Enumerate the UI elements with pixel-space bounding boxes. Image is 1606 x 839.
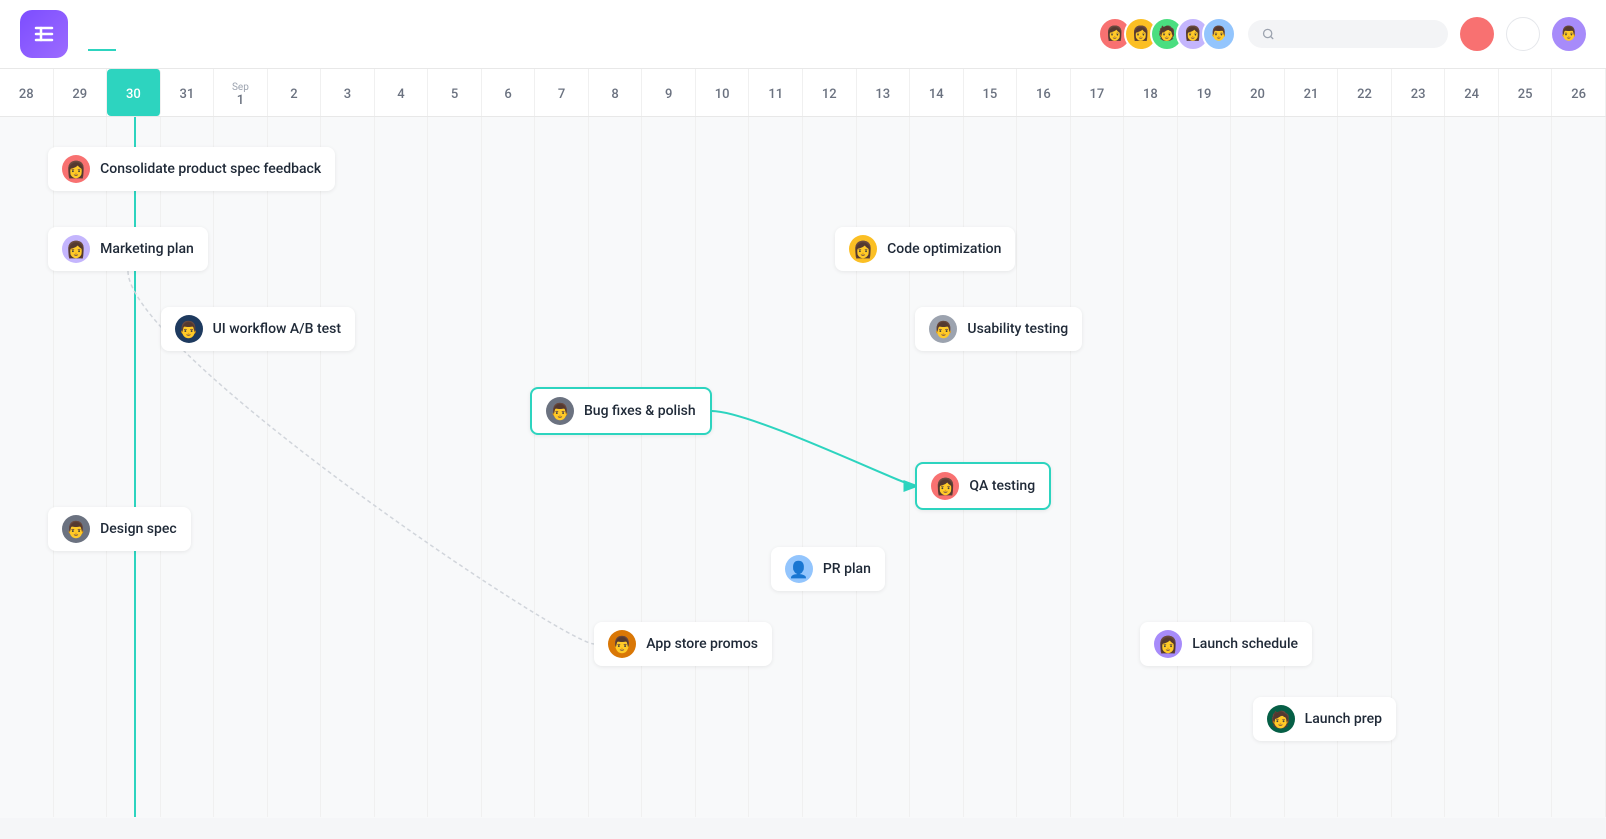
task-card-task-9[interactable]: 👤 PR plan xyxy=(771,547,885,591)
task-avatar-task-11: 👩 xyxy=(1154,630,1182,658)
avatar-5: 👨 xyxy=(1202,17,1236,51)
date-col-20: 20 xyxy=(1231,69,1285,116)
date-col-7: 7 xyxy=(535,69,589,116)
date-col-12: 12 xyxy=(803,69,857,116)
help-button[interactable] xyxy=(1506,17,1540,51)
task-label-task-10: App store promos xyxy=(646,636,758,652)
date-col-15: 15 xyxy=(964,69,1018,116)
date-ruler: 28293031Sep12345678910111213141516171819… xyxy=(0,69,1606,117)
date-col-19: 19 xyxy=(1178,69,1232,116)
date-col-17: 17 xyxy=(1071,69,1125,116)
tab-board[interactable] xyxy=(116,33,144,51)
tab-timeline[interactable] xyxy=(144,33,172,51)
user-avatar: 👨 xyxy=(1552,17,1586,51)
task-card-task-5[interactable]: 👩 Code optimization xyxy=(835,227,1015,271)
add-button[interactable] xyxy=(1460,17,1494,51)
task-card-task-3[interactable]: 👨 UI workflow A/B test xyxy=(161,307,355,351)
tab-list[interactable] xyxy=(88,33,116,51)
timeline-container: 28293031Sep12345678910111213141516171819… xyxy=(0,69,1606,818)
task-card-task-6[interactable]: 👨 Usability testing xyxy=(915,307,1082,351)
app-shell: 👩 👩 🧑 👩 👨 👨 28293031Sep12345678910111213… xyxy=(0,0,1606,818)
task-avatar-task-5: 👩 xyxy=(849,235,877,263)
tab-progress[interactable] xyxy=(200,33,228,51)
search-input[interactable] xyxy=(1282,26,1434,42)
task-label-task-2: Marketing plan xyxy=(100,241,194,257)
task-label-task-9: PR plan xyxy=(823,561,871,577)
date-col-4: 4 xyxy=(375,69,429,116)
date-col-30: 30 xyxy=(107,69,161,116)
date-col-11: 11 xyxy=(749,69,803,116)
task-card-task-7[interactable]: 👩 QA testing xyxy=(915,462,1051,510)
task-avatar-task-1: 👩 xyxy=(62,155,90,183)
date-col-5: 5 xyxy=(428,69,482,116)
date-col-14: 14 xyxy=(910,69,964,116)
search-bar[interactable] xyxy=(1248,20,1448,48)
task-label-task-3: UI workflow A/B test xyxy=(213,321,341,337)
task-avatar-task-6: 👨 xyxy=(929,315,957,343)
task-card-task-11[interactable]: 👩 Launch schedule xyxy=(1140,622,1312,666)
date-ruler-inner: 28293031Sep12345678910111213141516171819… xyxy=(0,69,1606,116)
task-avatar-task-7: 👩 xyxy=(931,472,959,500)
today-line xyxy=(134,117,136,817)
date-col-3: 3 xyxy=(321,69,375,116)
task-avatar-task-9: 👤 xyxy=(785,555,813,583)
date-col-28: 28 xyxy=(0,69,54,116)
app-icon xyxy=(20,10,68,58)
date-col-24: 24 xyxy=(1445,69,1499,116)
date-col-29: 29 xyxy=(54,69,108,116)
tab-forms[interactable] xyxy=(228,33,256,51)
date-col-23: 23 xyxy=(1392,69,1446,116)
date-col-10: 10 xyxy=(696,69,750,116)
task-avatar-task-12: 🧑 xyxy=(1267,705,1295,733)
task-label-task-5: Code optimization xyxy=(887,241,1001,257)
date-col-1: Sep1 xyxy=(214,69,268,116)
date-col-22: 22 xyxy=(1338,69,1392,116)
header-right: 👩 👩 🧑 👩 👨 👨 xyxy=(1098,17,1586,51)
tab-more[interactable] xyxy=(256,33,284,51)
task-card-task-1[interactable]: 👩 Consolidate product spec feedback xyxy=(48,147,335,191)
task-avatar-task-4: 👨 xyxy=(546,397,574,425)
date-col-9: 9 xyxy=(642,69,696,116)
task-label-task-11: Launch schedule xyxy=(1192,636,1298,652)
tasks-area: 👩 Consolidate product spec feedback 👩 Marke… xyxy=(0,117,1606,817)
tab-calendar[interactable] xyxy=(172,33,200,51)
header: 👩 👩 🧑 👩 👨 👨 xyxy=(0,0,1606,69)
task-label-task-4: Bug fixes & polish xyxy=(584,403,696,419)
task-card-task-2[interactable]: 👩 Marketing plan xyxy=(48,227,208,271)
header-left xyxy=(88,29,284,50)
search-icon xyxy=(1262,27,1274,41)
date-col-21: 21 xyxy=(1285,69,1339,116)
avatars-group: 👩 👩 🧑 👩 👨 xyxy=(1098,17,1236,51)
grid-area: 👩 Consolidate product spec feedback 👩 Marke… xyxy=(0,117,1606,817)
task-label-task-6: Usability testing xyxy=(967,321,1068,337)
task-card-task-4[interactable]: 👨 Bug fixes & polish xyxy=(530,387,712,435)
task-label-task-12: Launch prep xyxy=(1305,711,1382,727)
date-col-13: 13 xyxy=(857,69,911,116)
date-col-2: 2 xyxy=(268,69,322,116)
date-col-26: 26 xyxy=(1552,69,1606,116)
task-card-task-8[interactable]: 👨 Design spec xyxy=(48,507,191,551)
date-col-25: 25 xyxy=(1499,69,1553,116)
task-avatar-task-2: 👩 xyxy=(62,235,90,263)
date-col-31: 31 xyxy=(161,69,215,116)
date-col-18: 18 xyxy=(1124,69,1178,116)
task-card-task-10[interactable]: 👨 App store promos xyxy=(594,622,772,666)
date-col-8: 8 xyxy=(589,69,643,116)
task-avatar-task-3: 👨 xyxy=(175,315,203,343)
task-label-task-7: QA testing xyxy=(969,478,1035,494)
task-card-task-12[interactable]: 🧑 Launch prep xyxy=(1253,697,1396,741)
task-label-task-1: Consolidate product spec feedback xyxy=(100,161,321,177)
date-col-16: 16 xyxy=(1017,69,1071,116)
date-col-6: 6 xyxy=(482,69,536,116)
task-avatar-task-10: 👨 xyxy=(608,630,636,658)
nav-tabs xyxy=(88,33,284,50)
task-avatar-task-8: 👨 xyxy=(62,515,90,543)
task-label-task-8: Design spec xyxy=(100,521,177,537)
